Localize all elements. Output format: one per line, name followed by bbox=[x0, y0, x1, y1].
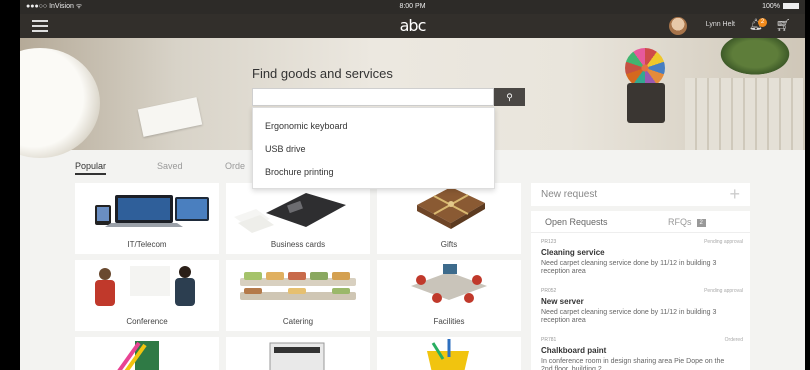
category-tile-it-telecom[interactable]: IT/Telecom bbox=[75, 183, 219, 254]
battery-icon bbox=[783, 3, 799, 10]
clock: 8:00 PM bbox=[399, 3, 426, 10]
gift-box-icon bbox=[417, 187, 485, 229]
rfq-count-badge: 2 bbox=[696, 218, 706, 227]
hero-title: Find goods and services bbox=[252, 66, 393, 81]
search-suggestions-dropdown: Ergonomic keyboard USB drive Brochure pr… bbox=[252, 107, 495, 189]
pencil-cup-decoration bbox=[627, 83, 665, 123]
suggestion-item[interactable]: USB drive bbox=[253, 138, 494, 161]
request-id: PR123 bbox=[541, 239, 557, 245]
tab-saved[interactable]: Saved bbox=[157, 161, 183, 171]
suggestion-item[interactable]: Brochure printing bbox=[253, 161, 494, 184]
shopping-cart-icon[interactable]: 🛒︎ bbox=[776, 18, 791, 32]
category-tile-business-cards[interactable]: Business cards bbox=[226, 183, 370, 254]
plant-decoration bbox=[715, 38, 795, 78]
laptop-icon bbox=[95, 195, 209, 227]
plus-icon: + bbox=[729, 184, 740, 204]
request-description: Need carpet cleaning service done by 11/… bbox=[541, 260, 717, 275]
category-tile-cleaning[interactable] bbox=[377, 337, 521, 370]
tile-label: Catering bbox=[282, 317, 314, 326]
tab-rfqs-label: RFQs bbox=[668, 217, 692, 227]
tile-label: Business cards bbox=[270, 240, 326, 249]
request-id: PR781 bbox=[541, 337, 557, 343]
app-frame: ●●●○○ InVision ᯤ 8:00 PM 100% abc Lynn H… bbox=[20, 0, 805, 370]
tab-rfqs[interactable]: RFQs 2 bbox=[668, 217, 706, 227]
user-name[interactable]: Lynn Helt bbox=[706, 21, 735, 28]
request-status: Pending approval bbox=[704, 239, 743, 245]
tile-label: IT/Telecom bbox=[127, 240, 167, 249]
office-furniture-icon bbox=[411, 264, 487, 303]
category-tile-conference[interactable]: Conference bbox=[75, 260, 219, 331]
requests-panel: Open Requests RFQs 2 PR123 Pending approv… bbox=[531, 211, 750, 370]
request-id: PR052 bbox=[541, 288, 557, 294]
tab-open-requests[interactable]: Open Requests bbox=[545, 217, 608, 227]
tile-label: Conference bbox=[126, 317, 168, 326]
app-logo[interactable]: abc bbox=[20, 16, 805, 35]
top-nav-bar: abc Lynn Helt 🔔︎ 2 🛒︎ bbox=[20, 14, 805, 38]
request-description: In conference room in design sharing are… bbox=[541, 358, 725, 370]
category-tile-gifts[interactable]: Gifts bbox=[377, 183, 521, 254]
food-trays-icon bbox=[240, 272, 356, 300]
category-tile-facilities[interactable]: Facilities bbox=[377, 260, 521, 331]
user-avatar[interactable] bbox=[669, 17, 687, 35]
requests-tabs: Open Requests RFQs 2 bbox=[531, 211, 750, 233]
printer-icon bbox=[269, 342, 325, 370]
battery-percent: 100% bbox=[762, 3, 780, 10]
tab-popular[interactable]: Popular bbox=[75, 161, 107, 175]
markers-icon bbox=[117, 341, 159, 370]
tile-label: Facilities bbox=[433, 317, 465, 326]
new-request-label: New request bbox=[541, 189, 598, 200]
search-input[interactable] bbox=[252, 88, 494, 106]
status-bar: ●●●○○ InVision ᯤ 8:00 PM 100% bbox=[20, 0, 805, 14]
lamp-decoration bbox=[20, 48, 100, 158]
request-status: Pending approval bbox=[704, 288, 743, 294]
suggestion-item[interactable]: Ergonomic keyboard bbox=[253, 115, 494, 138]
business-card-icon bbox=[234, 193, 346, 233]
category-tile-printing[interactable] bbox=[226, 337, 370, 370]
request-title: Chalkboard paint bbox=[541, 346, 607, 355]
cleaning-bucket-icon bbox=[427, 339, 469, 370]
card-decoration bbox=[137, 97, 203, 137]
request-title: Cleaning service bbox=[541, 248, 605, 257]
tile-label: Gifts bbox=[440, 240, 458, 249]
tab-orders[interactable]: Orde bbox=[225, 161, 245, 171]
category-tile-supplies[interactable] bbox=[75, 337, 219, 370]
request-title: New server bbox=[541, 297, 584, 306]
people-meeting-icon bbox=[95, 266, 195, 306]
new-request-button[interactable]: New request + bbox=[531, 183, 750, 206]
binders-decoration bbox=[685, 78, 805, 150]
search-icon: ⚲ bbox=[506, 92, 513, 102]
pencils-decoration bbox=[625, 48, 665, 88]
battery-indicator: 100% bbox=[762, 0, 799, 14]
notification-badge: 2 bbox=[758, 18, 767, 27]
request-description: Need carpet cleaning service done by 11/… bbox=[541, 309, 717, 324]
category-tile-catering[interactable]: Catering bbox=[226, 260, 370, 331]
request-status: Ordered bbox=[724, 337, 743, 343]
request-item[interactable]: PR781 Ordered Chalkboard paint In confer… bbox=[541, 337, 743, 370]
request-item[interactable]: PR052 Pending approval New server Need c… bbox=[541, 288, 743, 333]
request-item[interactable]: PR123 Pending approval Cleaning service … bbox=[541, 239, 743, 284]
search-button[interactable]: ⚲ bbox=[494, 88, 525, 106]
